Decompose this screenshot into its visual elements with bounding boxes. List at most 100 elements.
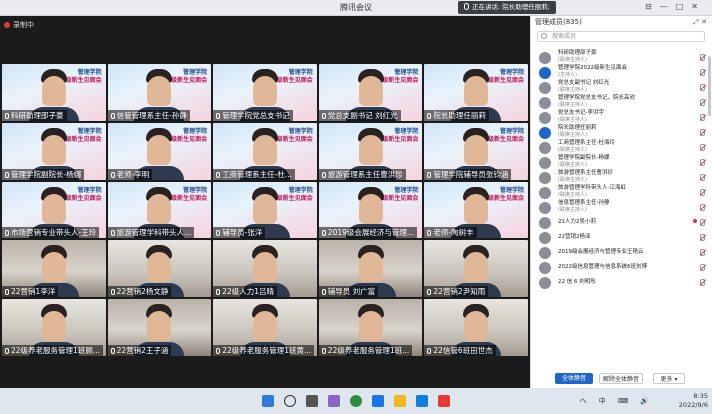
muted-microphone-icon[interactable] — [700, 129, 705, 136]
recording-indicator[interactable]: 录制中 — [4, 20, 34, 30]
participant-grid: 管理学院 2022级新生见面会 科研助理邵子豪 管理学院 2022级新生见面会 信管管理系… — [2, 64, 528, 356]
video-tile[interactable]: 管理学院 2022级新生见面会 院长助理任丽莉 — [424, 64, 528, 121]
muted-microphone-icon[interactable] — [700, 174, 705, 181]
video-tile[interactable]: 22营销2王子涵 — [107, 299, 212, 356]
video-tile[interactable]: 22级养老服务管理1班... — [318, 299, 423, 356]
microphone-icon — [321, 347, 326, 354]
member-row[interactable]: 22 信 6 刘明彤 — [531, 275, 712, 290]
task-view-icon[interactable] — [306, 395, 318, 407]
more-button[interactable]: 更多 ▾ — [653, 373, 685, 384]
video-tile[interactable]: 管理学院 2022级新生见面会 老师-陶树丰 — [424, 181, 528, 239]
member-row[interactable]: 工商管理系主任-杜海玲 (联席主持人) — [531, 140, 712, 155]
tencent-meeting-icon[interactable] — [416, 395, 428, 407]
search-placeholder: 搜索成员 — [552, 33, 577, 40]
member-role: (联席主持人) — [558, 162, 587, 168]
video-tile[interactable]: 管理学院 2022级新生见面会 旅游管理系主任曹洪珍 — [318, 122, 423, 180]
member-row[interactable]: 党总支副书记 刘红光 (联席主持人) — [531, 80, 712, 95]
muted-microphone-icon[interactable] — [700, 159, 705, 166]
participant-name: 辅导员-张洋 — [213, 227, 266, 239]
avatar — [539, 172, 551, 184]
video-tile[interactable]: 管理学院 2022级新生见面会 老师-李明 — [107, 122, 212, 180]
member-name: 管理学院副院长-杨娜 — [558, 155, 610, 161]
participant-face — [252, 252, 277, 283]
member-row[interactable]: 党总支书记-李洪宇 (联席主持人) — [531, 110, 712, 125]
video-tile[interactable]: 22信管6班田世杰 — [424, 299, 528, 356]
search-icon[interactable] — [284, 395, 296, 407]
close-icon[interactable]: ⤢ ✕ — [693, 16, 707, 28]
video-tile[interactable]: 管理学院 2022级新生见面会 2019级会展经济与管理... — [318, 181, 423, 239]
app-icon[interactable] — [438, 395, 450, 407]
muted-microphone-icon[interactable] — [700, 279, 705, 286]
muted-microphone-icon[interactable] — [700, 84, 705, 91]
video-tile[interactable]: 辅导员 刘广富 — [318, 240, 423, 298]
video-tile[interactable]: 22营销2尹知雨 — [424, 240, 528, 298]
member-row[interactable]: 2022级信息管理与信息系统6班刘博 — [531, 260, 712, 275]
start-icon[interactable] — [262, 395, 274, 407]
member-row[interactable]: 院长助理任丽莉 (联席主持人) — [531, 125, 712, 140]
participant-face — [358, 311, 383, 342]
muted-microphone-icon[interactable] — [700, 99, 705, 106]
member-row[interactable]: 管理学院副院长-杨娜 (联席主持人) — [531, 155, 712, 170]
member-row[interactable]: 科研助理邵子豪 (联席主持人) — [531, 50, 712, 65]
member-row[interactable]: 22营销2杨泽 — [531, 230, 712, 245]
member-role: (联席主持人) — [558, 207, 587, 213]
avatar — [539, 187, 551, 199]
video-tile[interactable]: 22营销2杨文静 — [107, 240, 212, 298]
video-tile[interactable]: 22营销1李洋 — [2, 240, 106, 298]
participant-face — [147, 252, 172, 283]
participant-face — [41, 134, 66, 165]
member-row[interactable]: 旅游管理系主任曹洪珍 (联席主持人) — [531, 170, 712, 185]
participant-name: 管理学院党总支书记 — [213, 109, 293, 121]
member-search-input[interactable]: 搜索成员 — [537, 31, 705, 42]
avatar — [539, 277, 551, 289]
muted-microphone-icon[interactable] — [700, 204, 705, 211]
member-row[interactable]: 2019级会展经济与管理专业王艳云 — [531, 245, 712, 260]
mute-all-button[interactable]: 全体静音 — [555, 373, 593, 384]
video-tile[interactable]: 管理学院 2022级新生见面会 市场营销专业带头人-王玲 — [2, 181, 106, 239]
video-tile[interactable]: 管理学院 2022级新生见面会 管理学院副院长-杨娜 — [2, 122, 106, 180]
video-tile[interactable]: 22级养老服务管理1班顾... — [2, 299, 106, 356]
participant-name: 22级养老服务管理1班黄... — [213, 344, 315, 356]
edge-icon[interactable] — [372, 395, 384, 407]
muted-microphone-icon[interactable] — [700, 54, 705, 61]
widgets-icon[interactable] — [328, 395, 340, 407]
video-tile[interactable]: 管理学院 2022级新生见面会 科研助理邵子豪 — [2, 64, 106, 121]
microphone-icon — [464, 3, 469, 10]
app-title: 腾讯会议 — [340, 3, 372, 12]
clock[interactable]: 8:35 2022/9/6 — [679, 392, 708, 410]
muted-microphone-icon[interactable] — [700, 234, 705, 241]
participant-name: 22营销1李洋 — [2, 286, 59, 298]
video-tile[interactable]: 管理学院 2022级新生见面会 工商管理系主任-杜... — [213, 122, 317, 180]
avatar — [539, 157, 551, 169]
browser-icon[interactable] — [350, 395, 362, 407]
member-list-scrollbar[interactable] — [708, 56, 711, 116]
video-tile[interactable]: 管理学院 2022级新生见面会 旅游管理学科带头人... — [107, 181, 212, 239]
video-tile[interactable]: 管理学院 2022级新生见面会 辅导员-张洋 — [213, 181, 317, 239]
video-tile[interactable]: 管理学院 2022级新生见面会 管理学院辅导员张钧涵 — [424, 122, 528, 180]
video-tile[interactable]: 22级养老服务管理1班黄... — [213, 299, 317, 356]
member-row[interactable]: 21人力2吴小莉 — [531, 215, 712, 230]
video-tile[interactable]: 管理学院 2022级新生见面会 管理学院党总支书记 — [213, 64, 317, 121]
muted-microphone-icon[interactable] — [700, 249, 705, 256]
muted-microphone-icon[interactable] — [700, 69, 705, 76]
member-row[interactable]: 管理学院2022级新生见面会 (主持人) — [531, 65, 712, 80]
video-tile[interactable]: 管理学院 2022级新生见面会 党总支副书记 刘红光 — [318, 64, 423, 121]
member-row[interactable]: 旅游管理学科带头人-江海虹 (联席主持人) — [531, 185, 712, 200]
window-controls[interactable]: ⊟—□✕ — [645, 2, 706, 11]
hand-raise-icon — [693, 219, 697, 223]
participant-name: 22营销2王子涵 — [107, 344, 172, 356]
video-tile[interactable]: 管理学院 2022级新生见面会 信管管理系主任-孙静 — [107, 64, 212, 121]
file-explorer-icon[interactable] — [394, 395, 406, 407]
member-row[interactable]: 信息管理系主任-孙静 (联席主持人) — [531, 200, 712, 215]
muted-microphone-icon[interactable] — [700, 144, 705, 151]
unmute-all-button[interactable]: 解除全体静音 — [599, 373, 643, 384]
participant-face — [41, 252, 66, 283]
muted-microphone-icon[interactable] — [700, 219, 705, 226]
muted-microphone-icon[interactable] — [700, 114, 705, 121]
muted-microphone-icon[interactable] — [700, 189, 705, 196]
video-tile[interactable]: 22级人力1吕晴 — [213, 240, 317, 298]
microphone-icon — [5, 112, 9, 119]
muted-microphone-icon[interactable] — [700, 264, 705, 271]
system-tray[interactable]: ヘ 中 ⌨ 🔊 — [580, 396, 655, 406]
member-row[interactable]: 管理学院党总支书记、院长高欣 (联席主持人) — [531, 95, 712, 110]
